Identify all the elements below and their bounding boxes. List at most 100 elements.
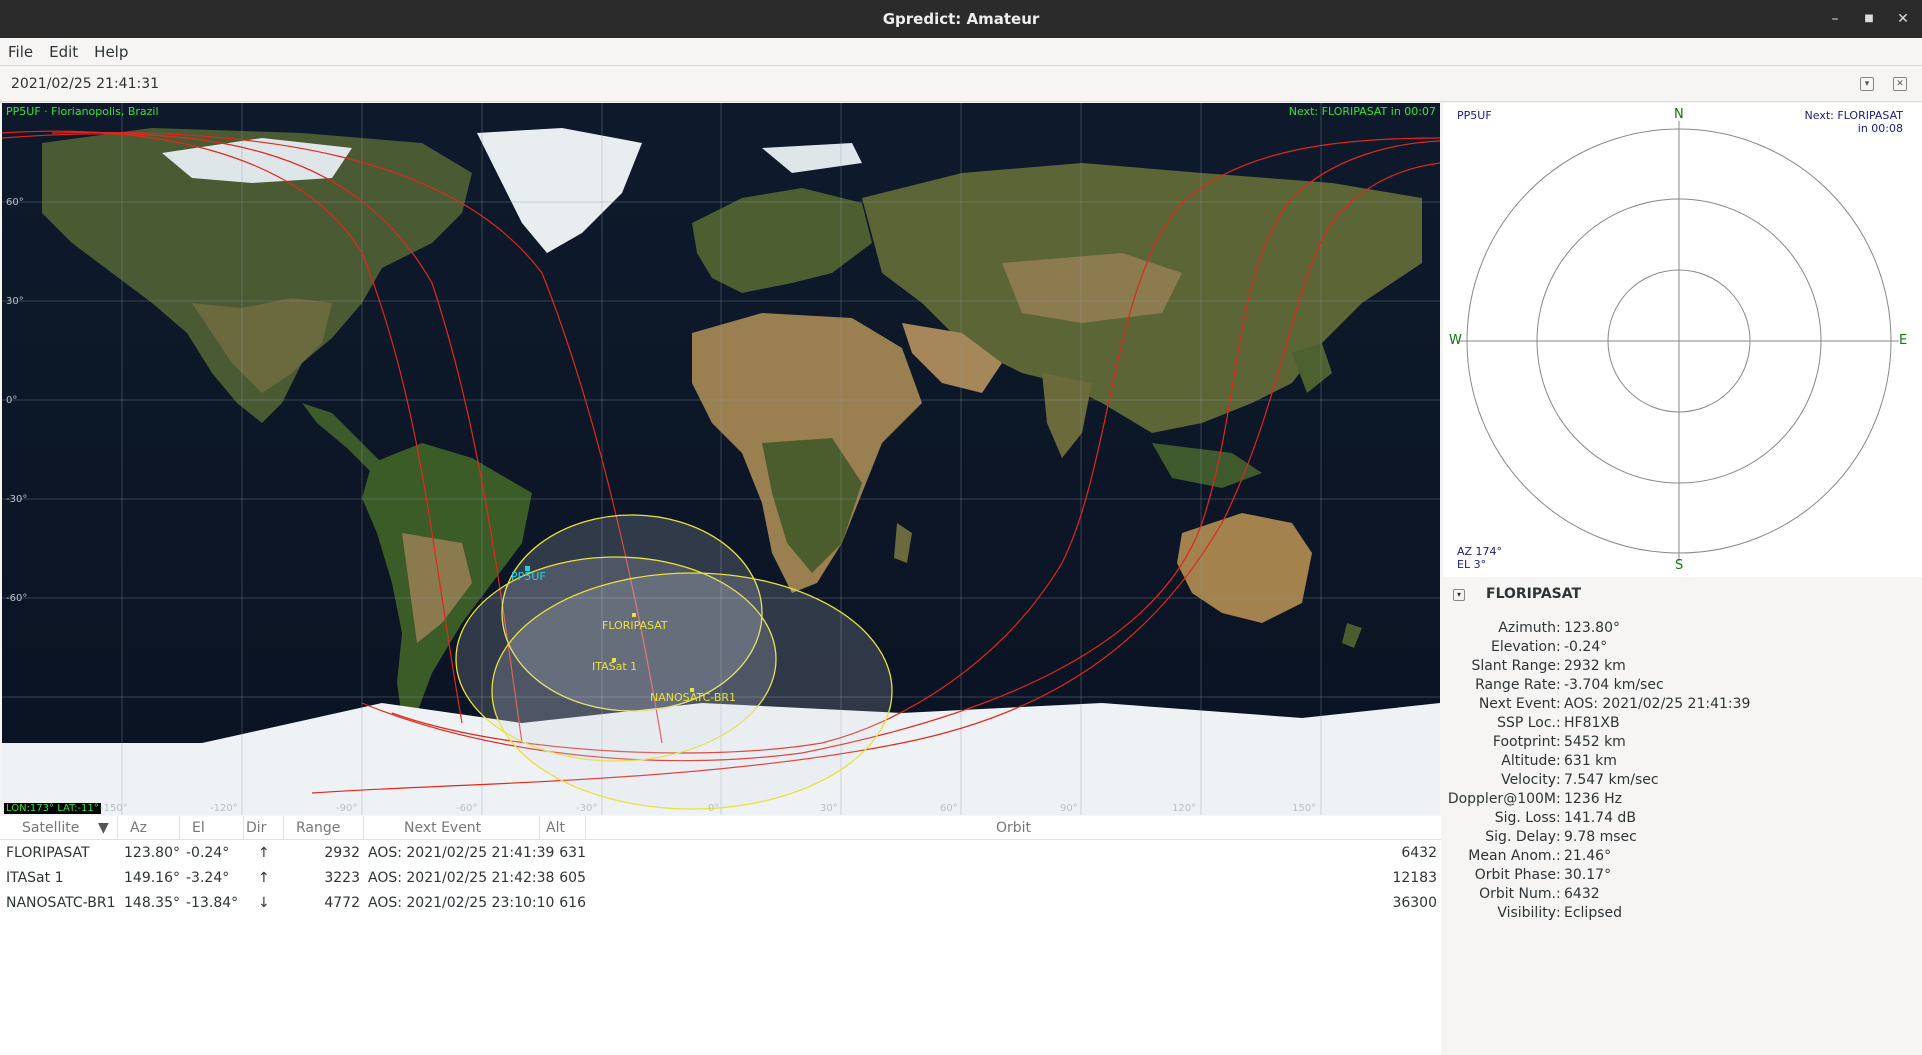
column-header-range[interactable]: Range — [284, 816, 364, 840]
info-row-label: Orbit Num. — [1479, 886, 1556, 902]
cell-dir: ↑ — [258, 870, 270, 886]
cell-range: 2932 — [324, 845, 360, 861]
info-row-value: 141.74 dB — [1564, 810, 1636, 826]
info-row-value: 21.46° — [1564, 848, 1612, 864]
column-header-next-event[interactable]: Next Event — [364, 816, 540, 840]
cell-az: 123.80° — [124, 845, 180, 861]
satellite-label-itasat1[interactable]: ITASat 1 — [592, 660, 637, 673]
lon-label: 150° — [1292, 803, 1317, 814]
module-options-button[interactable]: ▾ — [1860, 77, 1874, 91]
column-header-satellite[interactable]: Satellite ▼ — [0, 816, 118, 840]
satellite-label-nanosatc-br1[interactable]: NANOSATC-BR1 — [650, 691, 736, 704]
info-options-button[interactable]: ▾ — [1453, 589, 1465, 601]
cell-dir: ↑ — [258, 845, 270, 861]
cell-el: -0.24° — [186, 845, 230, 861]
lon-label: 60° — [940, 803, 958, 814]
cell-az: 149.16° — [124, 870, 180, 886]
menu-file[interactable]: File — [0, 38, 41, 66]
map-canvas — [2, 103, 1440, 815]
cell-dir: ↓ — [258, 895, 270, 911]
cell-sat: NANOSATC-BR1 — [6, 895, 116, 911]
next-event-label: Next: FLORIPASAT in 00:07 — [1288, 105, 1436, 118]
info-row-value: -0.24° — [1564, 639, 1608, 655]
info-row-separator: : — [1556, 715, 1561, 731]
menu-bar: File Edit Help — [0, 38, 1922, 66]
info-row-label: SSP Loc. — [1497, 715, 1556, 731]
cell-sat: ITASat 1 — [6, 870, 64, 886]
info-row-label: Sig. Loss — [1494, 810, 1556, 826]
title-bar: Gpredict: Amateur – ■ ✕ — [0, 0, 1922, 38]
cell-az: 148.35° — [124, 895, 180, 911]
cell-next: AOS: 2021/02/25 21:42:38 — [368, 870, 555, 886]
polar-qth-label: PP5UF — [1457, 109, 1492, 122]
info-row-label: Elevation — [1490, 639, 1556, 655]
window-title: Gpredict: Amateur — [882, 10, 1040, 28]
polar-elevation-readout: EL 3° — [1457, 558, 1487, 571]
compass-south: S — [1675, 558, 1684, 573]
lon-label: 120° — [1172, 803, 1197, 814]
lon-label: 90° — [1060, 803, 1078, 814]
info-satellite-name: FLORIPASAT — [1486, 586, 1582, 602]
info-row-label: Orbit Phase — [1474, 867, 1556, 883]
lon-label: -90° — [336, 803, 358, 814]
info-row-label: Mean Anom. — [1468, 848, 1556, 864]
compass-north: N — [1674, 107, 1684, 122]
info-row-value: 5452 km — [1564, 734, 1626, 750]
lat-label: 60° — [6, 197, 24, 208]
lon-label: -60° — [456, 803, 478, 814]
cell-orbit: 12183 — [1392, 870, 1437, 886]
info-row-separator: : — [1556, 791, 1561, 807]
cell-el: -13.84° — [186, 895, 239, 911]
info-row-separator: : — [1556, 696, 1561, 712]
lon-label: -30° — [576, 803, 598, 814]
cell-sat: FLORIPASAT — [6, 845, 90, 861]
menu-edit[interactable]: Edit — [41, 38, 86, 66]
module-close-button[interactable]: ✕ — [1893, 77, 1907, 91]
menu-help[interactable]: Help — [86, 38, 136, 66]
ground-station-label: PP5UF — [511, 570, 546, 583]
minimize-button[interactable]: – — [1822, 6, 1848, 32]
lon-label: 0° — [708, 803, 720, 814]
info-row-separator: : — [1556, 772, 1561, 788]
cell-next: AOS: 2021/02/25 21:41:39 — [368, 845, 555, 861]
info-row-separator: : — [1556, 905, 1561, 921]
info-row-separator: : — [1556, 620, 1561, 636]
column-header-az[interactable]: Az — [118, 816, 180, 840]
close-button[interactable]: ✕ — [1890, 6, 1916, 32]
info-row-value: 30.17° — [1564, 867, 1612, 883]
cell-next: AOS: 2021/02/25 23:10:10 — [368, 895, 555, 911]
maximize-button[interactable]: ■ — [1856, 6, 1882, 32]
sort-down-icon: ▼ — [98, 820, 109, 836]
info-row-value: 9.78 msec — [1564, 829, 1637, 845]
column-header-el[interactable]: El — [180, 816, 244, 840]
info-row-separator: : — [1556, 753, 1561, 769]
info-row-value: AOS: 2021/02/25 21:41:39 — [1564, 696, 1751, 712]
polar-view[interactable]: PP5UF Next: FLORIPASAT in 00:08 AZ 174° … — [1443, 103, 1922, 577]
cell-alt: 605 — [559, 870, 586, 886]
info-row-separator: : — [1556, 734, 1561, 750]
cursor-readout: LON:173° LAT:-11° — [4, 803, 101, 814]
info-row-label: Altitude — [1501, 753, 1556, 769]
satellite-label-floripasat[interactable]: FLORIPASAT — [602, 619, 668, 632]
info-row-value: 631 km — [1564, 753, 1617, 769]
column-header-dir[interactable]: Dir — [244, 816, 284, 840]
info-row-separator: : — [1556, 886, 1561, 902]
info-row-label: Doppler@100M — [1447, 791, 1556, 807]
cell-orbit: 36300 — [1392, 895, 1437, 911]
column-header-orbit[interactable]: Orbit — [586, 816, 1441, 840]
lat-label: 30° — [6, 296, 24, 307]
info-row-label: Azimuth — [1498, 620, 1556, 636]
lat-label: -60° — [6, 593, 28, 604]
lat-label: -30° — [6, 494, 28, 505]
info-row-label: Next Event — [1478, 696, 1556, 712]
lon-label: -120° — [210, 803, 238, 814]
cell-alt: 616 — [559, 895, 586, 911]
cell-range: 3223 — [324, 870, 360, 886]
info-row-separator: : — [1556, 867, 1561, 883]
lat-label: 0° — [6, 395, 18, 406]
column-header-alt[interactable]: Alt — [540, 816, 586, 840]
cell-el: -3.24° — [186, 870, 230, 886]
map-view[interactable]: PP5UF · Florianopolis, Brazil Next: FLOR… — [2, 103, 1440, 815]
compass-east: E — [1899, 333, 1908, 348]
qth-label: PP5UF · Florianopolis, Brazil — [6, 105, 159, 118]
